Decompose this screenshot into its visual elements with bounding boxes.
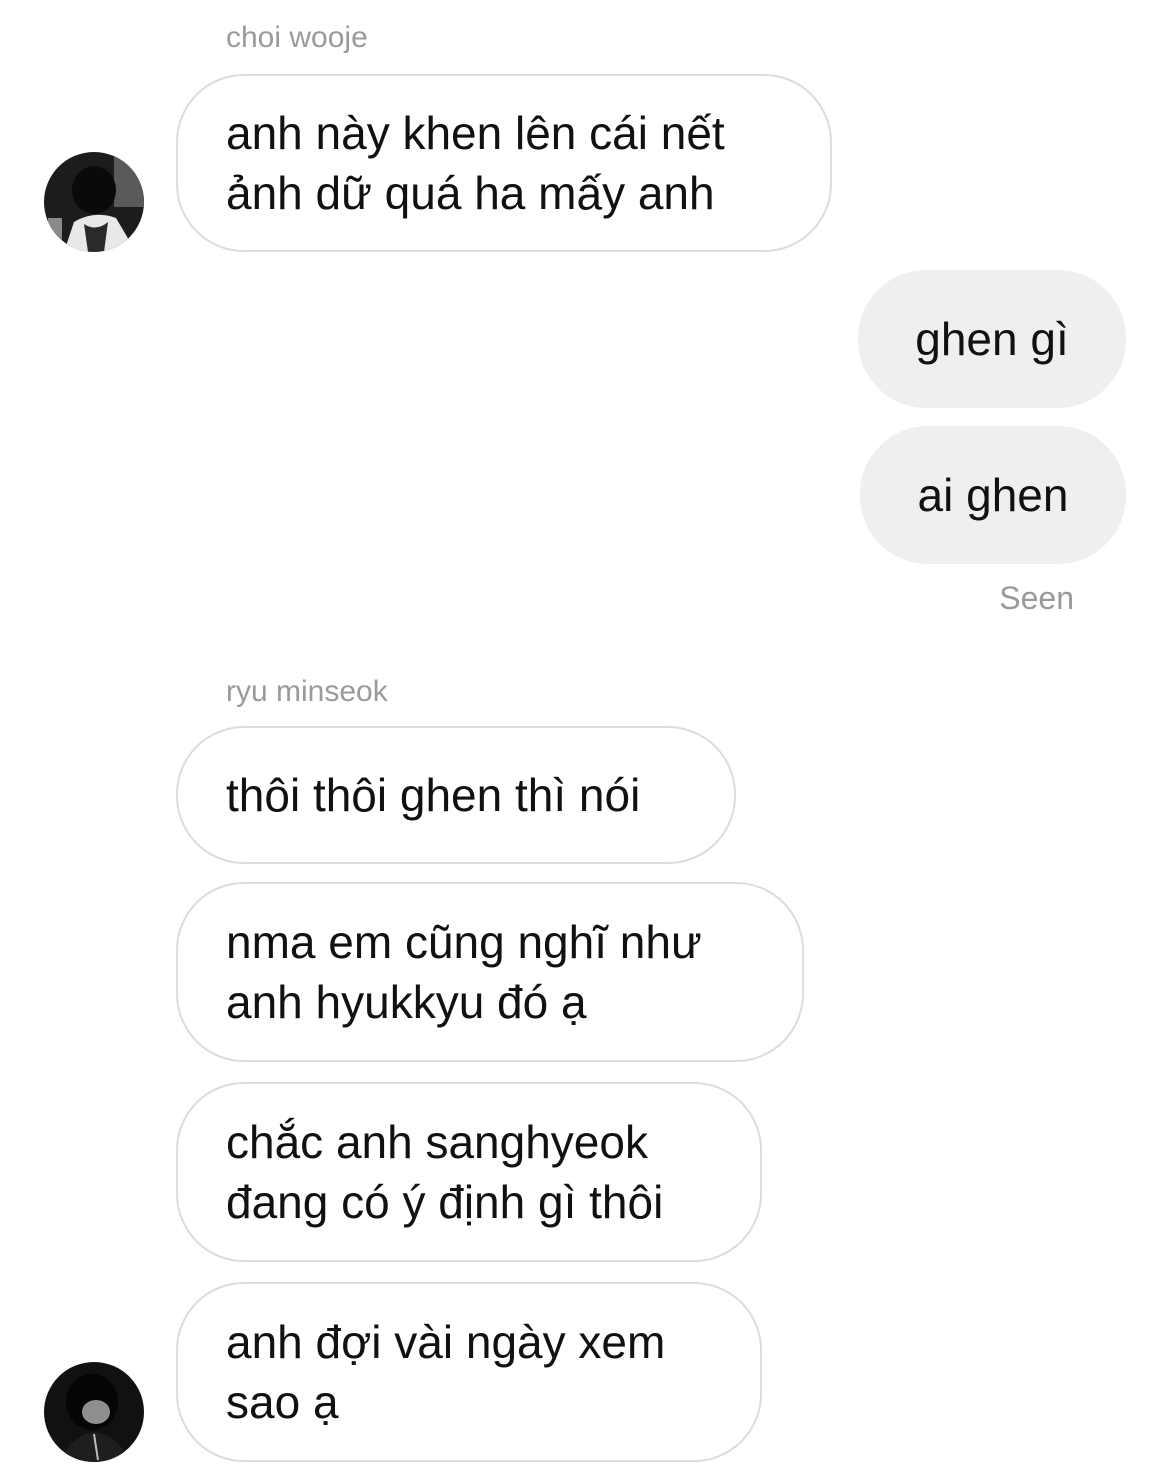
message-text: thôi thôi ghen thì nói <box>226 769 641 821</box>
message-text: anh này khen lên cái nết <box>226 107 725 159</box>
sender-name-choi-wooje: choi wooje <box>226 21 368 54</box>
message-text: ghen gì <box>915 313 1069 365</box>
message-text: ai ghen <box>917 469 1069 521</box>
avatar-ryu-minseok[interactable] <box>44 1362 144 1462</box>
message-text: nma em cũng nghĩ như <box>226 916 702 968</box>
message-bubble-outgoing[interactable]: ghen gì <box>858 270 1126 408</box>
message-bubble-incoming[interactable]: anh đợi vài ngày xem sao ạ <box>176 1282 762 1462</box>
message-text: sao ạ <box>226 1376 339 1428</box>
profile-photo-avatar-icon <box>44 152 144 252</box>
message-text: anh hyukkyu đó ạ <box>226 976 587 1028</box>
message-text: đang có ý định gì thôi <box>226 1176 664 1228</box>
message-bubble-incoming[interactable]: chắc anh sanghyeok đang có ý định gì thô… <box>176 1082 762 1262</box>
message-bubble-incoming[interactable]: thôi thôi ghen thì nói <box>176 726 736 864</box>
message-bubble-outgoing[interactable]: ai ghen <box>860 426 1126 564</box>
profile-photo-avatar-icon <box>44 1362 144 1462</box>
message-bubble-incoming[interactable]: nma em cũng nghĩ như anh hyukkyu đó ạ <box>176 882 804 1062</box>
avatar-choi-wooje[interactable] <box>44 152 144 252</box>
sender-name-ryu-minseok: ryu minseok <box>226 675 388 708</box>
message-text: anh đợi vài ngày xem <box>226 1316 666 1368</box>
message-text: chắc anh sanghyeok <box>226 1116 648 1168</box>
message-bubble-incoming[interactable]: anh này khen lên cái nết ảnh dữ quá ha m… <box>176 74 832 252</box>
seen-status: Seen <box>999 580 1074 616</box>
message-text: ảnh dữ quá ha mấy anh <box>226 167 715 219</box>
